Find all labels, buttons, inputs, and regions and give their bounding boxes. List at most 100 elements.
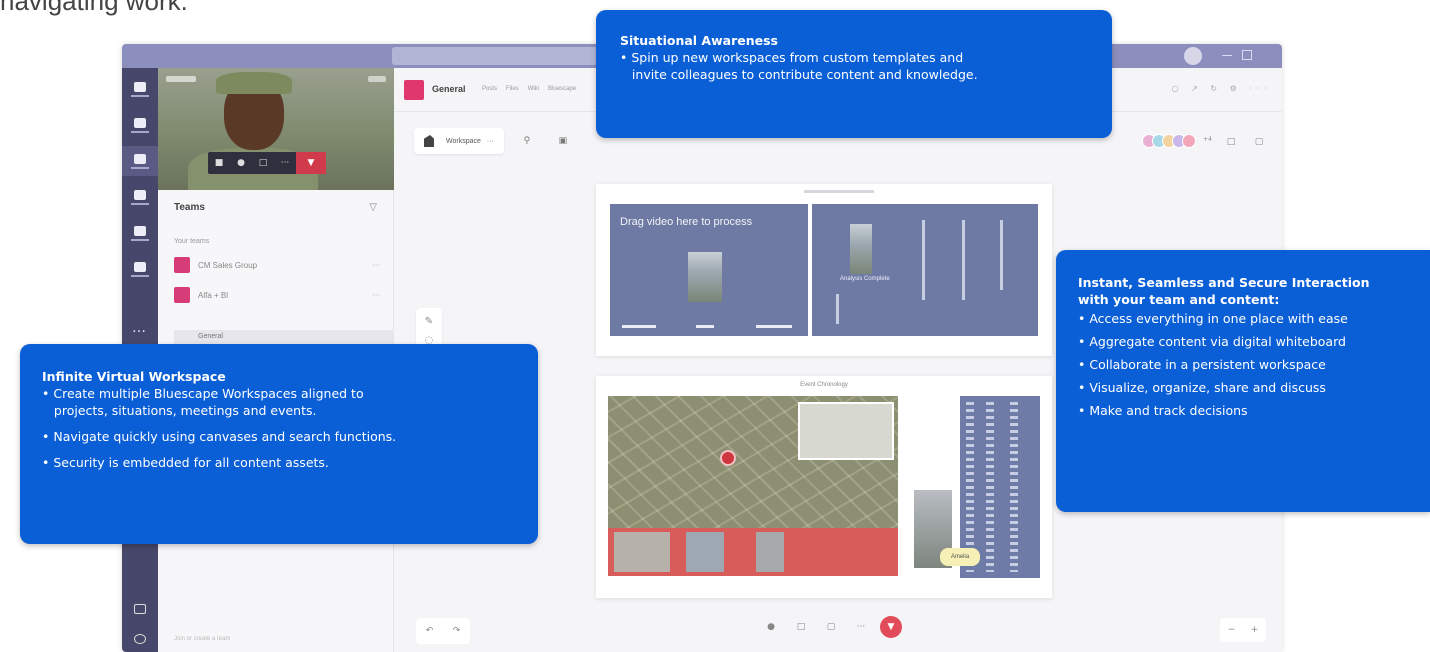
zoom-controls: − + bbox=[1220, 618, 1266, 642]
workspace-menu[interactable]: Workspace ··· bbox=[414, 128, 504, 154]
callout-infinite-workspace: Infinite Virtual Workspace • Create mult… bbox=[20, 344, 538, 544]
callout-line: • Make and track decisions bbox=[1078, 403, 1248, 418]
filter-icon[interactable]: ▽ bbox=[369, 202, 377, 213]
callout-line: invite colleagues to contribute content … bbox=[620, 67, 978, 82]
callout-instant-interaction: Instant, Seamless and Secure Interaction… bbox=[1056, 250, 1430, 512]
collaborator-avatars[interactable] bbox=[1142, 134, 1196, 148]
rail-item-help[interactable] bbox=[122, 624, 158, 652]
redo-icon[interactable]: ↷ bbox=[453, 626, 461, 636]
more-icon[interactable]: ··· bbox=[372, 261, 380, 270]
rail-item-chat[interactable] bbox=[122, 110, 158, 140]
hang-up-button[interactable]: ▼ bbox=[296, 152, 326, 174]
share-screen-icon[interactable]: □ bbox=[252, 152, 274, 174]
map-inset bbox=[798, 402, 894, 460]
meeting-controls: ● □ ▢ ··· ▼ bbox=[760, 616, 902, 638]
section-label: Your teams bbox=[174, 238, 210, 245]
workspace-toolbar: Workspace ··· ⚲ ▣ bbox=[414, 128, 576, 154]
calendar-icon bbox=[134, 189, 146, 200]
map-canvas-card[interactable]: Event Chronology Amelia bbox=[596, 376, 1052, 598]
aerial-map[interactable] bbox=[608, 396, 898, 576]
callout-title: Instant, Seamless and Secure Interaction bbox=[1078, 275, 1370, 290]
callout-title: with your team and content: bbox=[1078, 292, 1280, 307]
minimize-icon[interactable] bbox=[1222, 55, 1232, 65]
callout-title: Situational Awareness bbox=[620, 33, 778, 48]
collaborator-count: +4 bbox=[1203, 136, 1212, 143]
callout-line: • Spin up new workspaces from custom tem… bbox=[620, 50, 964, 65]
callout-line: • Navigate quickly using canvases and se… bbox=[42, 429, 397, 444]
rail-item-calendar[interactable] bbox=[122, 182, 158, 212]
camera-icon[interactable]: □ bbox=[790, 616, 812, 638]
analysis-canvas-card[interactable]: Drag video here to process Analysis Comp… bbox=[596, 184, 1052, 356]
video-icon[interactable]: □ bbox=[1220, 132, 1242, 152]
undo-icon[interactable]: ↶ bbox=[426, 626, 434, 636]
profile-avatar[interactable] bbox=[1184, 47, 1202, 65]
image-icon[interactable]: ▣ bbox=[549, 128, 576, 154]
team-avatar bbox=[174, 287, 190, 303]
tab-wiki[interactable]: Wiki bbox=[528, 86, 539, 92]
undo-redo: ↶ ↷ bbox=[416, 618, 470, 644]
building-photo bbox=[688, 252, 722, 302]
mic-icon[interactable]: ● bbox=[230, 152, 252, 174]
team-avatar bbox=[174, 257, 190, 273]
help-icon bbox=[134, 634, 146, 644]
team-item[interactable]: CM Sales Group ··· bbox=[174, 254, 380, 276]
location-pin-icon[interactable] bbox=[720, 450, 736, 466]
teams-icon bbox=[134, 153, 146, 164]
tab-posts[interactable]: Posts bbox=[482, 86, 497, 92]
team-name: Alfa + Bl bbox=[198, 290, 229, 300]
zoom-out-icon[interactable]: − bbox=[1228, 625, 1236, 635]
upload-slide[interactable]: Drag video here to process bbox=[610, 204, 808, 336]
analysis-slide[interactable]: Analysis Complete bbox=[812, 204, 1038, 336]
channel-item-general[interactable]: General bbox=[174, 330, 394, 344]
team-item[interactable]: Alfa + Bl ··· bbox=[174, 284, 380, 306]
hang-up-button[interactable]: ▼ bbox=[880, 616, 902, 638]
slide-title: Drag video here to process bbox=[620, 216, 753, 228]
callout-line: • Create multiple Bluescape Workspaces a… bbox=[42, 386, 364, 401]
sticky-note[interactable]: Amelia bbox=[940, 548, 980, 566]
join-team-link[interactable]: Join or create a team bbox=[174, 636, 380, 650]
team-name: CM Sales Group bbox=[198, 260, 258, 270]
video-call-tile: ■ ● □ ··· ▼ bbox=[158, 68, 394, 190]
callout-line: • Security is embedded for all content a… bbox=[42, 455, 329, 470]
tab-files[interactable]: Files bbox=[506, 86, 519, 92]
bluescape-logo-icon bbox=[424, 135, 434, 147]
callout-line: • Aggregate content via digital whiteboa… bbox=[1078, 334, 1346, 349]
call-controls: ■ ● □ ··· ▼ bbox=[208, 152, 326, 174]
workspace-label: Workspace bbox=[446, 137, 481, 145]
chat-icon bbox=[134, 117, 146, 128]
rail-item-teams[interactable] bbox=[122, 146, 158, 176]
apps-icon bbox=[134, 604, 146, 614]
chat-icon[interactable]: ▢ bbox=[820, 616, 842, 638]
rail-item-calls[interactable] bbox=[122, 218, 158, 248]
callout-title: Infinite Virtual Workspace bbox=[42, 369, 226, 384]
rail-item-activity[interactable] bbox=[122, 74, 158, 104]
thumbnail-strip bbox=[608, 528, 898, 576]
more-icon[interactable]: ··· bbox=[850, 616, 872, 638]
rail-item-apps[interactable] bbox=[122, 594, 158, 624]
channel-avatar bbox=[404, 80, 424, 100]
callout-line: • Collaborate in a persistent workspace bbox=[1078, 357, 1326, 372]
more-icon[interactable]: ··· bbox=[372, 291, 380, 300]
camera-icon[interactable]: ■ bbox=[208, 152, 230, 174]
chat-bubble-icon[interactable]: ▢ bbox=[1248, 132, 1270, 152]
zoom-in-icon[interactable]: + bbox=[1251, 625, 1259, 635]
building-photo bbox=[850, 224, 872, 274]
canvas-bottom-bar: ↶ ↷ ● □ ▢ ··· ▼ − + bbox=[394, 612, 1282, 652]
search-icon[interactable]: ⚲ bbox=[513, 128, 540, 154]
more-options-icon[interactable]: ··· bbox=[274, 152, 296, 174]
channel-title: General bbox=[432, 84, 466, 94]
page-caption: navigating work. bbox=[0, 0, 188, 16]
pen-icon[interactable]: ✎ bbox=[416, 316, 442, 327]
callout-line: projects, situations, meetings and event… bbox=[42, 403, 317, 418]
bell-icon bbox=[134, 81, 146, 92]
callout-line: • Access everything in one place with ea… bbox=[1078, 311, 1348, 326]
card-title: Event Chronology bbox=[800, 382, 848, 388]
channel-actions[interactable]: ○ ↗ ↻ ⚙ ··· bbox=[1172, 84, 1272, 93]
channel-tabs: Posts Files Wiki Bluescape bbox=[482, 86, 576, 92]
more-apps-icon[interactable]: … bbox=[132, 320, 146, 336]
mic-icon[interactable]: ● bbox=[760, 616, 782, 638]
maximize-icon[interactable] bbox=[1242, 50, 1252, 60]
phone-icon bbox=[134, 225, 146, 236]
tab-bluescape[interactable]: Bluescape bbox=[548, 86, 576, 92]
rail-item-files[interactable] bbox=[122, 254, 158, 284]
